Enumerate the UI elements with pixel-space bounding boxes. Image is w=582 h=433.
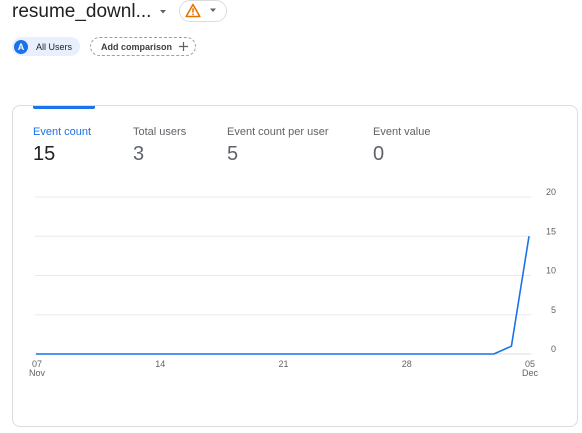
- y-tick-label: 15: [546, 226, 556, 236]
- metric-event-value[interactable]: Event value 0: [373, 126, 430, 166]
- add-comparison-button[interactable]: Add comparison: [90, 37, 197, 56]
- x-tick-label: 14: [155, 359, 165, 369]
- metric-label: Event count per user: [227, 126, 329, 138]
- y-tick-label: 5: [551, 305, 556, 315]
- event-count-line-chart: 0510152007Nov14 21 28 05Dec: [29, 187, 556, 378]
- metric-label: Event value: [373, 126, 431, 138]
- y-tick-label: 0: [551, 344, 556, 354]
- series-line-event-count: [36, 236, 530, 355]
- metrics-card: Event count 15 Total users 3 Event count…: [12, 105, 578, 427]
- metric-value: 3: [133, 143, 145, 165]
- metric-label: Total users: [133, 126, 187, 138]
- x-tick-label: 28: [402, 359, 412, 369]
- metric-label: Event count: [33, 126, 92, 138]
- plus-icon: [179, 42, 189, 51]
- metric-value: 0: [373, 143, 385, 165]
- metric-value: 5: [227, 143, 239, 165]
- segment-avatar: A: [14, 39, 28, 54]
- x-tick-sublabel: Nov: [29, 368, 46, 378]
- segment-label: All Users: [36, 41, 73, 52]
- add-comparison-label: Add comparison: [101, 41, 173, 52]
- metric-value: 15: [33, 143, 56, 165]
- active-tab-indicator: [33, 106, 95, 109]
- chevron-down-icon[interactable]: [157, 7, 169, 17]
- metric-event-count-per-user[interactable]: Event count per user 5: [227, 126, 329, 166]
- y-tick-label: 10: [546, 266, 556, 276]
- chevron-down-icon: [210, 8, 216, 12]
- warning-triangle-icon: [185, 3, 201, 18]
- warning-chip[interactable]: [179, 0, 227, 22]
- event-name-title[interactable]: resume_downl...: [12, 1, 151, 23]
- segment-all-users[interactable]: A All Users: [12, 37, 81, 56]
- x-tick-sublabel: Dec: [522, 368, 539, 378]
- metric-event-count[interactable]: Event count 15: [33, 126, 91, 166]
- metric-total-users[interactable]: Total users 3: [133, 126, 186, 166]
- y-tick-label: 20: [546, 187, 556, 197]
- x-tick-label: 21: [278, 359, 288, 369]
- report-header: resume_downl... A All Users Add comparis…: [0, 0, 582, 100]
